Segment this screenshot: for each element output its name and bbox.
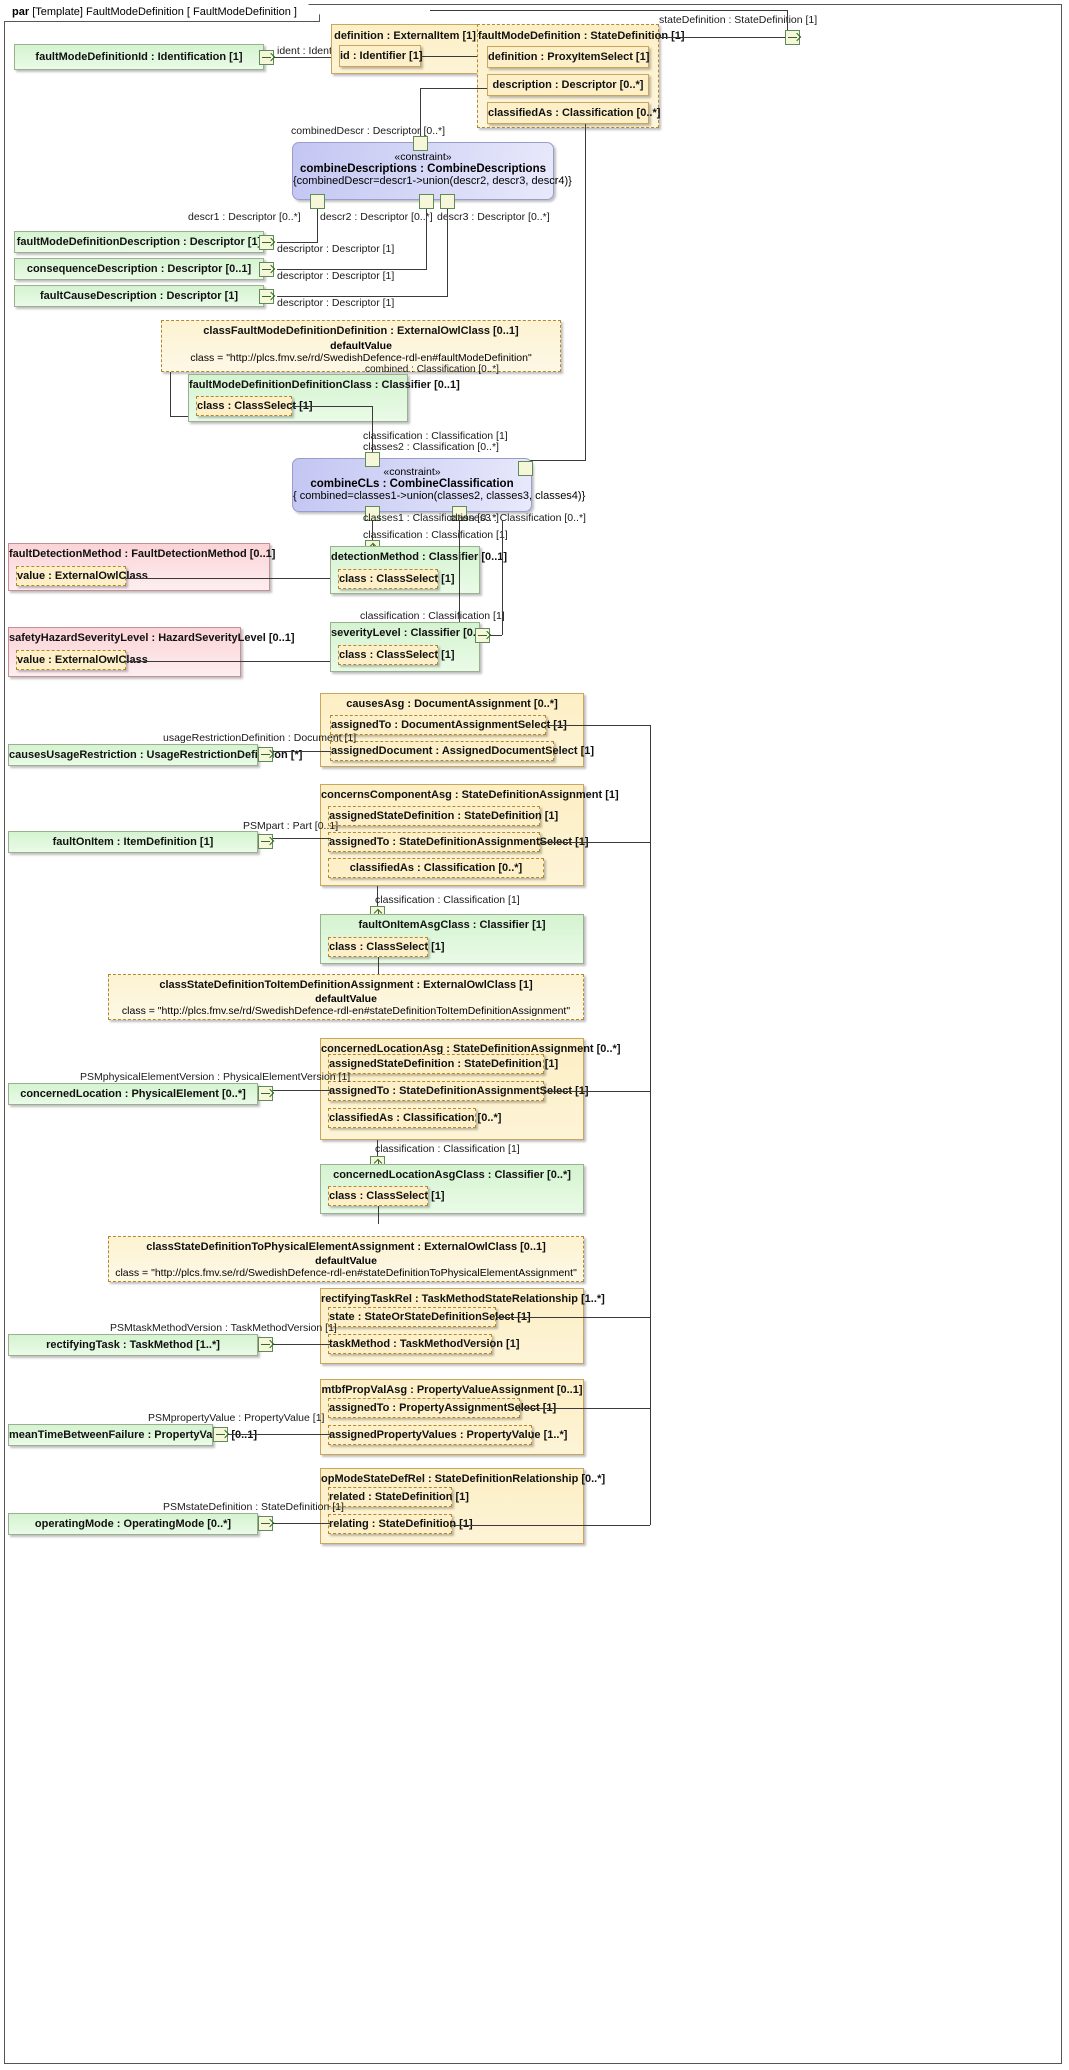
edge-label-classification-severity: classification : Classification [1]	[360, 610, 505, 622]
edge-label-stateDefinition: stateDefinition : StateDefinition [1]	[659, 14, 818, 26]
block-relating-stateDefinition[interactable]: relating : StateDefinition [1]	[328, 1514, 473, 1534]
port-faultCauseDescription[interactable]	[259, 289, 274, 304]
edge-label-psmStateDefinition: PSMstateDefinition : StateDefinition [1]	[163, 1501, 344, 1513]
defaultValue-label-2: defaultValue	[315, 993, 377, 1005]
constraint-stereotype-2: «constraint»	[383, 466, 441, 478]
edge-label-psmPropertyValue: PSMpropertyValue : PropertyValue [1]	[148, 1412, 325, 1424]
block-faultCauseDescription[interactable]: faultCauseDescription : Descriptor [1]	[14, 285, 264, 307]
defaultValue-url-2: class = "http://plcs.fmv.se/rd/SwedishDe…	[121, 1005, 571, 1017]
block-description-descriptor[interactable]: description : Descriptor [0..*]	[487, 74, 649, 96]
block-class-classSelect-4[interactable]: class : ClassSelect [1]	[328, 937, 445, 957]
block-faultModeDefinitionId[interactable]: faultModeDefinitionId : Identification […	[14, 44, 264, 70]
port-descr1[interactable]	[310, 194, 325, 209]
block-assignedTo-propertyAssignmentSelect[interactable]: assignedTo : PropertyAssignmentSelect [1…	[328, 1398, 556, 1418]
port-descr2[interactable]	[419, 194, 434, 209]
constraint-name-1: combineDescriptions : CombineDescription…	[299, 163, 546, 175]
edge-label-descr2: descr2 : Descriptor [0..*]	[320, 211, 433, 223]
constraint-name-2: combineCLs : CombineClassification	[310, 478, 514, 490]
block-classFaultModeDefinitionDefinition[interactable]: classFaultModeDefinitionDefinition : Ext…	[161, 320, 561, 372]
frame-keyword: par	[12, 6, 30, 18]
edge-label-descr1: descr1 : Descriptor [0..*]	[188, 211, 301, 223]
port-severityLevel[interactable]	[475, 628, 490, 643]
constraint-combineCLs[interactable]: «constraint» combineCLs : CombineClassif…	[292, 458, 586, 512]
uml-parametric-diagram: par [Template] FaultModeDefinition [ Fau…	[0, 0, 1069, 2070]
block-assignedStateDefinition-1[interactable]: assignedStateDefinition : StateDefinitio…	[328, 806, 558, 826]
block-taskMethod-taskMethodVersion[interactable]: taskMethod : TaskMethodVersion [1]	[328, 1334, 520, 1354]
edge-label-descriptor-3: descriptor : Descriptor [1]	[277, 297, 395, 309]
port-faultOnItem[interactable]	[258, 834, 273, 849]
defaultValue-url-3: class = "http://plcs.fmv.se/rd/SwedishDe…	[115, 1267, 577, 1279]
edge-label-classes3: classes3 : Classification [0..*]	[450, 512, 586, 524]
port-descr3[interactable]	[440, 194, 455, 209]
diagram-frame	[4, 4, 1062, 2064]
port-concernedLocation[interactable]	[258, 1086, 273, 1101]
port-classes2-in[interactable]	[365, 452, 380, 467]
edge-label-psmTaskMethodVersion: PSMtaskMethodVersion : TaskMethodVersion…	[110, 1322, 337, 1334]
block-concernedLocation[interactable]: concernedLocation : PhysicalElement [0..…	[8, 1083, 258, 1105]
frame-stereotype: [Template]	[32, 6, 83, 18]
block-related-stateDefinition[interactable]: related : StateDefinition [1]	[328, 1487, 469, 1507]
constraint-expression-2: { combined=classes1->union(classes2, cla…	[293, 490, 586, 502]
edge-label-descriptor-2: descriptor : Descriptor [1]	[277, 270, 395, 282]
edge-label-descr3: descr3 : Descriptor [0..*]	[437, 211, 550, 223]
block-assignedTo-documentAssignmentSelect[interactable]: assignedTo : DocumentAssignmentSelect [1…	[330, 715, 567, 735]
constraint-expression-1: {combinedDescr=descr1->union(descr2, des…	[293, 175, 572, 187]
block-rectifyingTask[interactable]: rectifyingTask : TaskMethod [1..*]	[8, 1334, 258, 1356]
block-classStateDefinitionToPhysicalElementAssignment[interactable]: classStateDefinitionToPhysicalElementAss…	[108, 1236, 584, 1282]
block-causesUsageRestriction[interactable]: causesUsageRestriction : UsageRestrictio…	[8, 744, 302, 766]
block-value-externalOwlClass-1[interactable]: value : ExternalOwlClass	[16, 566, 148, 586]
block-faultOnItem[interactable]: faultOnItem : ItemDefinition [1]	[8, 831, 258, 853]
block-id-identifier[interactable]: id : Identifier [1]	[339, 45, 423, 67]
port-rectifyingTask[interactable]	[258, 1337, 273, 1352]
block-definition-proxyItemSelect[interactable]: definition : ProxyItemSelect [1]	[487, 46, 649, 68]
block-assignedDocument[interactable]: assignedDocument : AssignedDocumentSelec…	[330, 741, 594, 761]
block-consequenceDescription[interactable]: consequenceDescription : Descriptor [0..…	[14, 258, 264, 280]
diagram-frame-header: par [Template] FaultModeDefinition [ Fau…	[4, 4, 320, 22]
block-classStateDefinitionToItemDefinitionAssignment[interactable]: classStateDefinitionToItemDefinitionAssi…	[108, 974, 584, 1020]
block-assignedStateDefinition-2[interactable]: assignedStateDefinition : StateDefinitio…	[328, 1054, 558, 1074]
block-state-stateOrStateDefinitionSelect[interactable]: state : StateOrStateDefinitionSelect [1]	[328, 1307, 531, 1327]
block-classifiedAs-2[interactable]: classifiedAs : Classification [0..*]	[328, 1108, 501, 1128]
frame-param: [ FaultModeDefinition ]	[186, 6, 297, 18]
port-faultModeDefinitionId[interactable]	[259, 50, 274, 65]
port-stateDefinition[interactable]	[785, 30, 800, 45]
block-operatingMode[interactable]: operatingMode : OperatingMode [0..*]	[8, 1513, 258, 1535]
port-meanTimeBetweenFailure[interactable]	[213, 1427, 228, 1442]
port-causesUsageRestriction[interactable]	[258, 747, 273, 762]
block-class-classSelect-1[interactable]: class : ClassSelect [1]	[196, 396, 313, 416]
port-operatingMode[interactable]	[258, 1516, 273, 1531]
block-classifiedAs-classification[interactable]: classifiedAs : Classification [0..*]	[487, 102, 660, 124]
block-assignedPropertyValues[interactable]: assignedPropertyValues : PropertyValue […	[328, 1425, 567, 1445]
edge-label-descriptor-1: descriptor : Descriptor [1]	[277, 243, 395, 255]
port-consequenceDescription[interactable]	[259, 262, 274, 277]
frame-name: FaultModeDefinition	[86, 6, 184, 18]
edge-label-classes2: classes2 : Classification [0..*]	[363, 441, 499, 453]
block-class-classSelect-3[interactable]: class : ClassSelect [1]	[338, 645, 455, 665]
port-combinedDescr[interactable]	[413, 136, 428, 151]
defaultValue-label-1: defaultValue	[330, 340, 392, 352]
block-class-classSelect-5[interactable]: class : ClassSelect [1]	[328, 1186, 445, 1206]
constraint-stereotype-1: «constraint»	[394, 151, 452, 163]
block-class-classSelect-2[interactable]: class : ClassSelect [1]	[338, 569, 455, 589]
edge-label-classification-concernedLocation: classification : Classification [1]	[375, 1143, 520, 1155]
edge-label-classification-faultOnItem: classification : Classification [1]	[375, 894, 520, 906]
defaultValue-url-1: class = "http://plcs.fmv.se/rd/SwedishDe…	[190, 352, 532, 364]
block-assignedTo-stateDefinitionAssignmentSelect-2[interactable]: assignedTo : StateDefinitionAssignmentSe…	[328, 1081, 589, 1101]
port-combined-out[interactable]	[518, 461, 533, 476]
block-classifiedAs-1[interactable]: classifiedAs : Classification [0..*]	[328, 858, 544, 878]
block-value-externalOwlClass-2[interactable]: value : ExternalOwlClass	[16, 650, 148, 670]
port-faultModeDefinitionDescription[interactable]	[259, 235, 274, 250]
block-assignedTo-stateDefinitionAssignmentSelect-1[interactable]: assignedTo : StateDefinitionAssignmentSe…	[328, 832, 589, 852]
defaultValue-label-3: defaultValue	[315, 1255, 377, 1267]
block-faultModeDefinitionDescription[interactable]: faultModeDefinitionDescription : Descrip…	[14, 231, 264, 253]
edge-label-psmPhysicalElementVersion: PSMphysicalElementVersion : PhysicalElem…	[80, 1071, 351, 1083]
edge-label-usageRestrictionDefinition: usageRestrictionDefinition : Document [1…	[163, 732, 357, 744]
edge-label-classification-detection: classification : Classification [1]	[363, 529, 508, 541]
block-meanTimeBetweenFailure[interactable]: meanTimeBetweenFailure : PropertyValue […	[8, 1424, 257, 1446]
